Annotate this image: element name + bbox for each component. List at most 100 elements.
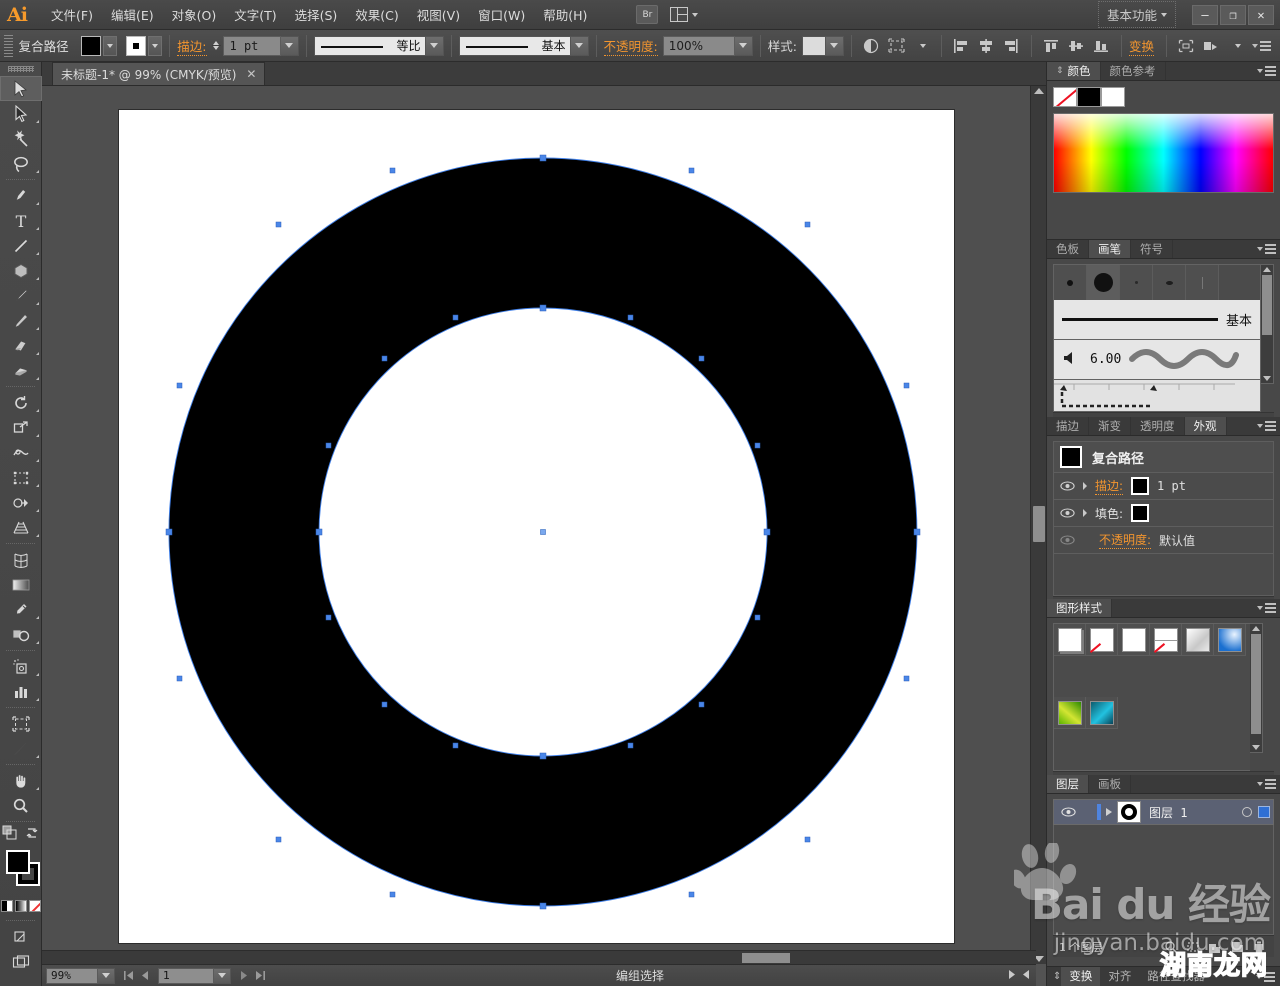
blend-tool[interactable] xyxy=(0,622,42,647)
stroke-dropdown-icon[interactable] xyxy=(148,35,163,56)
align-bottom-icon[interactable] xyxy=(1089,34,1114,58)
brush-definition[interactable]: 基本 xyxy=(458,35,571,56)
free-transform-tool[interactable] xyxy=(0,465,42,490)
new-sublayer-icon[interactable] xyxy=(1206,939,1224,955)
brushes-panel-menu-icon[interactable] xyxy=(1257,244,1276,254)
opacity-label[interactable]: 不透明度: xyxy=(603,36,658,56)
new-layer-icon[interactable] xyxy=(1228,939,1246,955)
line-segment-tool[interactable] xyxy=(0,233,42,258)
opacity-row-value[interactable]: 默认值 xyxy=(1159,532,1195,549)
column-graph-tool[interactable] xyxy=(0,679,42,704)
pen-tool[interactable] xyxy=(0,183,42,208)
variable-width-profile[interactable]: 等比 xyxy=(313,35,426,56)
stroke-weight-input[interactable]: 1 pt xyxy=(222,35,281,56)
scroll-up-icon[interactable] xyxy=(1034,88,1044,94)
stroke-row-swatch[interactable] xyxy=(1131,477,1150,495)
chevron-down-icon[interactable] xyxy=(909,34,934,58)
control-panel-menu-icon[interactable] xyxy=(1249,34,1274,58)
layers-list-area[interactable] xyxy=(1053,825,1274,935)
color-panel-menu-icon[interactable] xyxy=(1257,66,1276,76)
canvas-horizontal-scrollbar[interactable] xyxy=(42,950,1036,964)
tab-pathfinder[interactable]: 路径查找器 xyxy=(1139,967,1213,986)
bridge-button[interactable]: Br xyxy=(636,5,659,24)
none-button[interactable] xyxy=(28,900,41,912)
fill-color-swatch[interactable] xyxy=(80,35,101,56)
tab-layers[interactable]: 图层 xyxy=(1047,775,1089,793)
expand-triangle-icon[interactable] xyxy=(1106,808,1112,816)
graphic-style-bevel[interactable] xyxy=(1182,624,1214,656)
align-left-icon[interactable] xyxy=(949,34,974,58)
eraser-tool[interactable] xyxy=(0,358,42,383)
tab-color-guide[interactable]: 颜色参考 xyxy=(1100,62,1166,80)
default-fill-stroke-icon[interactable] xyxy=(24,825,40,844)
brush-size-row[interactable]: 6.00 xyxy=(1053,340,1261,380)
bounding-box-icon[interactable] xyxy=(1174,34,1199,58)
brush-preset-line[interactable] xyxy=(1186,265,1219,300)
tab-appearance[interactable]: 外观 xyxy=(1184,417,1227,435)
fill-row-swatch[interactable] xyxy=(1131,504,1150,522)
stroke-weight-stepper[interactable] xyxy=(211,40,221,51)
eye-icon[interactable] xyxy=(1057,807,1079,817)
shape-options-icon[interactable] xyxy=(1199,34,1224,58)
menu-select[interactable]: 选择(S) xyxy=(286,1,347,28)
hscroll-thumb[interactable] xyxy=(742,953,790,963)
menu-edit[interactable]: 编辑(E) xyxy=(102,1,163,28)
brush-preset-small-dot[interactable] xyxy=(1054,265,1087,300)
layers-panel-menu-icon[interactable] xyxy=(1257,779,1276,789)
close-button[interactable]: ✕ xyxy=(1248,4,1274,25)
tab-gradient[interactable]: 渐变 xyxy=(1089,417,1131,435)
first-artboard-icon[interactable] xyxy=(122,969,135,983)
tab-transparency[interactable]: 透明度 xyxy=(1131,417,1185,435)
zoom-tool[interactable] xyxy=(0,793,42,818)
layer-row[interactable]: 图层 1 xyxy=(1053,799,1274,825)
artboard-tool[interactable] xyxy=(0,711,42,736)
graphic-style-white[interactable] xyxy=(1118,624,1150,656)
bottom-dock-menu-icon[interactable] xyxy=(1256,971,1275,982)
menu-file[interactable]: 文件(F) xyxy=(42,1,102,28)
stroke-row-label[interactable]: 描边: xyxy=(1095,477,1124,495)
width-tool[interactable] xyxy=(0,440,42,465)
scroll-thumb[interactable] xyxy=(1033,506,1045,542)
graphic-style-default[interactable] xyxy=(1054,624,1086,656)
profile-dropdown-icon[interactable] xyxy=(425,35,444,56)
canvas-vertical-scrollbar[interactable] xyxy=(1030,86,1046,964)
none-color-swatch[interactable] xyxy=(1053,87,1077,107)
tab-artboards[interactable]: 画板 xyxy=(1089,775,1131,793)
white-color-swatch[interactable] xyxy=(1101,87,1125,107)
delete-layer-icon[interactable] xyxy=(1250,939,1268,955)
stroke-row-value[interactable]: 1 pt xyxy=(1157,479,1186,493)
type-tool[interactable]: T xyxy=(0,208,42,233)
restore-button[interactable]: ❐ xyxy=(1220,4,1246,25)
fill-row-label[interactable]: 填色: xyxy=(1095,505,1123,522)
artboard-dropdown-icon[interactable] xyxy=(214,967,231,984)
brush-basic-row[interactable]: 基本 xyxy=(1053,300,1261,340)
tab-stroke[interactable]: 描边 xyxy=(1047,417,1089,435)
paintbrush-tool[interactable] xyxy=(0,283,42,308)
minimize-button[interactable]: — xyxy=(1192,4,1218,25)
opacity-dropdown-icon[interactable] xyxy=(734,35,753,56)
previous-artboard-icon[interactable] xyxy=(138,969,151,983)
status-collapse-icon[interactable] xyxy=(1021,969,1032,983)
appearance-row-fill[interactable]: 填色: xyxy=(1053,500,1274,527)
make-clipping-mask-icon[interactable] xyxy=(1184,939,1202,955)
align-center-vertical-icon[interactable] xyxy=(1064,34,1089,58)
arrange-documents-button[interactable] xyxy=(670,7,699,22)
menu-type[interactable]: 文字(T) xyxy=(225,1,285,28)
appearance-row-stroke[interactable]: 描边: 1 pt xyxy=(1053,473,1274,500)
selection-indicator[interactable] xyxy=(1258,806,1270,818)
menu-object[interactable]: 对象(O) xyxy=(163,1,226,28)
control-bar-gripper[interactable] xyxy=(4,34,13,57)
transform-label[interactable]: 变换 xyxy=(1128,36,1154,56)
artboard[interactable] xyxy=(119,110,954,943)
graphic-style-green-pattern[interactable] xyxy=(1054,697,1086,729)
perspective-grid-tool[interactable] xyxy=(0,515,42,540)
align-center-horizontal-icon[interactable] xyxy=(974,34,999,58)
chevron-down-icon[interactable] xyxy=(1224,34,1249,58)
opacity-mask-icon[interactable] xyxy=(859,34,884,58)
tab-color[interactable]: ⇕ 颜色 xyxy=(1047,62,1101,80)
zoom-dropdown-icon[interactable] xyxy=(98,967,115,984)
align-top-icon[interactable] xyxy=(1039,34,1064,58)
brush-preset-tiny[interactable] xyxy=(1120,265,1153,300)
appearance-panel-menu-icon[interactable] xyxy=(1257,421,1276,431)
workspace-switcher[interactable]: 基本功能 xyxy=(1097,1,1176,28)
